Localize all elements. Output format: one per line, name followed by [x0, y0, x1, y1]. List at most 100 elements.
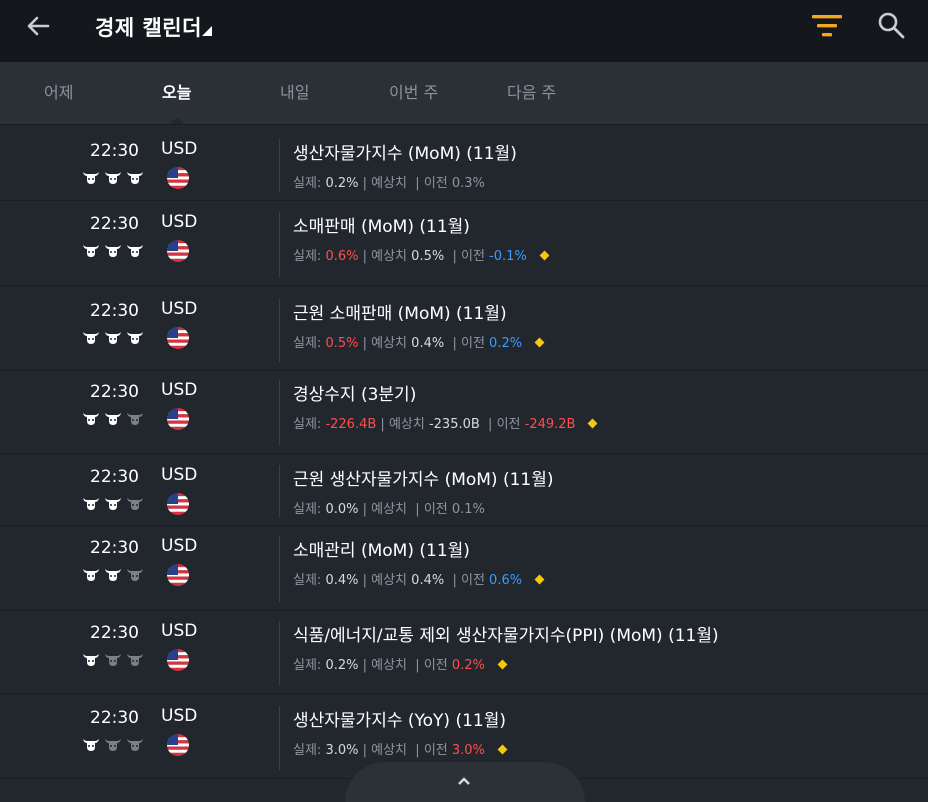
actual-label: 실제: [293, 249, 322, 264]
search-icon[interactable] [876, 10, 906, 40]
tab-tomorrow[interactable]: 내일 [280, 62, 309, 124]
forecast-value: 0.4% [411, 336, 445, 351]
forecast-label: 예상치 [371, 658, 408, 673]
event-title[interactable]: 근원 소매판매 (MoM) (11월) [293, 299, 507, 324]
page-title[interactable]: 경제 캘린더 [95, 12, 202, 42]
actual-label: 실제: [293, 417, 322, 432]
diamond-icon [539, 250, 550, 261]
importance-icons [82, 736, 148, 752]
table-row[interactable]: 22:30 USD 소매관리 (MoM) (11월) 실제: 0.4% | 예상치 0… [0, 525, 928, 611]
divider [279, 465, 280, 517]
event-time: 22:30 [90, 708, 139, 728]
previous-value: 3.0% [451, 743, 485, 758]
actual-label: 실제: [293, 336, 322, 351]
event-time: 22:30 [90, 467, 139, 487]
diamond-icon [588, 418, 598, 429]
table-row[interactable]: 22:30 USD 생산자물가지수 (MoM) (11월) 실제: 0.2% | 예상… [0, 125, 928, 201]
us-flag-icon [167, 167, 189, 189]
importance-icons [82, 566, 148, 582]
table-row[interactable]: 22:30 USD 경상수지 (3분기) 실제: -226.4B | 예상치 -235… [0, 370, 928, 454]
forecast-label: 예상치 [371, 249, 408, 264]
us-flag-icon [167, 493, 189, 515]
event-title[interactable]: 근원 생산자물가지수 (MoM) (11월) [293, 465, 554, 490]
previous-value: 0.3% [451, 176, 485, 191]
actual-label: 실제: [293, 658, 322, 673]
previous-label: 이전 [423, 502, 448, 517]
divider [279, 299, 280, 362]
event-values: 실제: 0.6% | 예상치 0.5% | 이전 -0.1% [293, 245, 550, 264]
previous-value: 0.2% [489, 336, 523, 351]
actual-label: 실제: [293, 176, 322, 191]
actual-label: 실제: [293, 573, 322, 588]
actual-value: 0.2% [325, 176, 359, 191]
actual-label: 실제: [293, 502, 322, 517]
actual-value: 0.2% [325, 658, 359, 673]
event-values: 실제: 0.4% | 예상치 0.4% | 이전 0.6% [293, 569, 545, 588]
forecast-label: 예상치 [371, 336, 408, 351]
currency-code: USD [161, 212, 198, 232]
caret-icon[interactable] [202, 26, 212, 36]
actual-value: 0.0% [325, 502, 359, 517]
top-app-bar: 경제 캘린더 [0, 0, 928, 62]
previous-label: 이전 [423, 743, 448, 758]
event-title[interactable]: 소매판매 (MoM) (11월) [293, 212, 470, 237]
previous-value: 0.1% [451, 502, 485, 517]
event-title[interactable]: 소매관리 (MoM) (11월) [293, 536, 470, 561]
divider [279, 380, 280, 445]
actual-value: 0.4% [325, 573, 359, 588]
diamond-icon [534, 574, 545, 585]
divider [279, 706, 280, 770]
tab-this-week[interactable]: 이번 주 [389, 62, 438, 124]
currency-code: USD [161, 706, 198, 726]
event-title[interactable]: 생산자물가지수 (MoM) (11월) [293, 139, 517, 164]
importance-icons [82, 242, 148, 258]
table-row[interactable]: 22:30 USD 근원 생산자물가지수 (MoM) (11월) 실제: 0.0% |… [0, 453, 928, 526]
event-title[interactable]: 생산자물가지수 (YoY) (11월) [293, 706, 506, 731]
us-flag-icon [167, 240, 189, 262]
filter-icon[interactable] [810, 12, 844, 40]
us-flag-icon [167, 408, 189, 430]
event-time: 22:30 [90, 623, 139, 643]
previous-value: 0.2% [451, 658, 485, 673]
event-time: 22:30 [90, 141, 139, 161]
event-title[interactable]: 식품/에너지/교통 제외 생산자물가지수(PPI) (MoM) (11월) [293, 621, 719, 646]
forecast-label: 예상치 [371, 573, 408, 588]
event-time: 22:30 [90, 538, 139, 558]
table-row[interactable]: 22:30 USD 근원 소매판매 (MoM) (11월) 실제: 0.5% | 예상… [0, 285, 928, 371]
importance-icons [82, 651, 148, 667]
tab-yesterday[interactable]: 어제 [44, 62, 73, 124]
diamond-icon [534, 337, 545, 348]
table-row[interactable]: 22:30 USD 식품/에너지/교통 제외 생산자물가지수(PPI) (MoM) … [0, 610, 928, 694]
table-row[interactable]: 22:30 USD 소매판매 (MoM) (11월) 실제: 0.6% | 예상치 0… [0, 200, 928, 286]
event-title[interactable]: 경상수지 (3분기) [293, 380, 416, 405]
previous-label: 이전 [423, 176, 448, 191]
actual-value: 0.6% [325, 249, 359, 264]
event-values: 실제: 0.2% | 예상치 | 이전 0.3% [293, 176, 485, 191]
date-tabs: 어제 오늘 내일 이번 주 다음 주 [0, 62, 928, 125]
previous-label: 이전 [460, 336, 485, 351]
importance-icons [82, 329, 148, 345]
divider [279, 621, 280, 685]
event-time: 22:30 [90, 214, 139, 234]
active-tab-indicator [170, 117, 184, 124]
back-arrow-icon[interactable] [22, 10, 54, 42]
event-time: 22:30 [90, 382, 139, 402]
previous-label: 이전 [496, 417, 521, 432]
diamond-icon [497, 744, 508, 755]
event-values: 실제: -226.4B | 예상치 -235.0B | 이전 -249.2B [293, 413, 598, 432]
diamond-icon [497, 659, 508, 670]
event-values: 실제: 0.5% | 예상치 0.4% | 이전 0.2% [293, 332, 545, 351]
actual-label: 실제: [293, 743, 322, 758]
tab-next-week[interactable]: 다음 주 [507, 62, 556, 124]
us-flag-icon [167, 327, 189, 349]
previous-label: 이전 [423, 658, 448, 673]
forecast-value: -235.0B [428, 417, 480, 432]
tab-today[interactable]: 오늘 [162, 62, 191, 124]
forecast-label: 예상치 [388, 417, 425, 432]
currency-code: USD [161, 299, 198, 319]
previous-label: 이전 [460, 249, 485, 264]
previous-label: 이전 [460, 573, 485, 588]
currency-code: USD [161, 139, 198, 159]
actual-value: 3.0% [325, 743, 359, 758]
forecast-value: 0.5% [411, 249, 445, 264]
